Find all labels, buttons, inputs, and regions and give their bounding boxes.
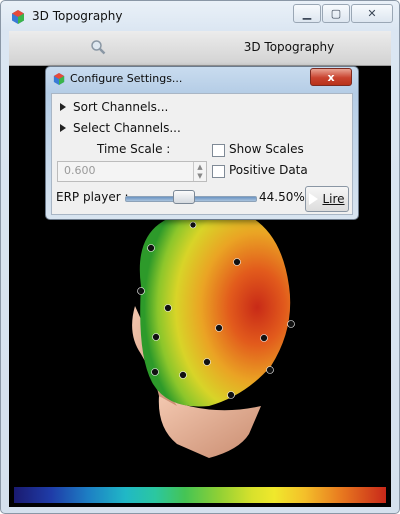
toolbar: 3D Topography bbox=[9, 31, 391, 66]
search-button[interactable] bbox=[13, 35, 183, 59]
erp-percent-value: 44.50% bbox=[259, 190, 305, 204]
play-button[interactable]: Lire bbox=[305, 186, 349, 212]
time-scale-label: Time Scale : bbox=[97, 142, 171, 156]
positive-data-checkbox[interactable] bbox=[212, 165, 225, 178]
erp-slider-thumb[interactable] bbox=[172, 190, 195, 204]
dialog-app-icon bbox=[53, 73, 65, 85]
close-icon: ✕ bbox=[367, 7, 377, 20]
sort-channels-item[interactable]: Sort Channels... bbox=[60, 98, 168, 116]
close-button[interactable]: ✕ bbox=[351, 4, 393, 23]
window-title: 3D Topography bbox=[32, 9, 123, 23]
view-title: 3D Topography bbox=[243, 40, 335, 54]
play-icon bbox=[308, 192, 319, 206]
minimize-icon: ▁ bbox=[302, 7, 312, 20]
select-channels-label: Select Channels... bbox=[73, 121, 181, 135]
scalp-topography bbox=[139, 208, 291, 407]
expand-arrow-icon bbox=[60, 103, 66, 111]
title-bar[interactable]: 3D Topography ▁ ▢ ✕ bbox=[1, 1, 399, 31]
positive-data-label: Positive Data bbox=[229, 163, 308, 177]
magnifier-icon bbox=[91, 40, 106, 55]
configure-settings-dialog: Configure Settings... x Sort Channels...… bbox=[45, 66, 359, 220]
time-scale-spinner[interactable]: 0.600 ▲ ▼ bbox=[57, 161, 207, 182]
play-label: Lire bbox=[322, 192, 345, 206]
sort-channels-label: Sort Channels... bbox=[73, 100, 169, 114]
expand-arrow-icon bbox=[60, 124, 66, 132]
spin-down-icon[interactable]: ▼ bbox=[194, 171, 206, 180]
select-channels-item[interactable]: Select Channels... bbox=[60, 119, 181, 137]
spinner-buttons: ▲ ▼ bbox=[193, 162, 206, 181]
erp-player-label: ERP player : bbox=[56, 190, 129, 204]
app-icon bbox=[12, 10, 24, 24]
minimize-button[interactable]: ▁ bbox=[293, 4, 321, 23]
show-scales-label: Show Scales bbox=[229, 142, 304, 156]
spin-up-icon[interactable]: ▲ bbox=[194, 162, 206, 171]
color-scale-bar bbox=[14, 487, 386, 503]
dialog-body: Sort Channels... Select Channels... Time… bbox=[51, 93, 353, 215]
close-icon: x bbox=[327, 70, 335, 84]
maximize-icon: ▢ bbox=[330, 7, 342, 20]
maximize-button[interactable]: ▢ bbox=[322, 4, 350, 23]
dialog-close-button[interactable]: x bbox=[310, 68, 352, 86]
dialog-title: Configure Settings... bbox=[70, 72, 183, 85]
time-scale-value: 0.600 bbox=[64, 164, 96, 177]
show-scales-checkbox[interactable] bbox=[212, 144, 225, 157]
caption-buttons: ▁ ▢ ✕ bbox=[292, 4, 393, 23]
